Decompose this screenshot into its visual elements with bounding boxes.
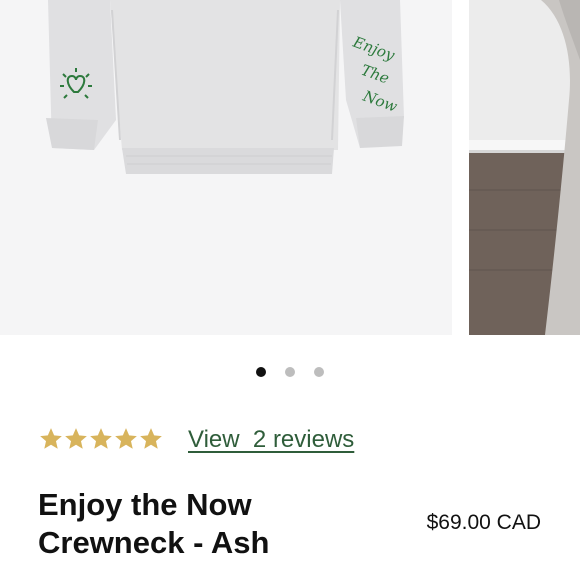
- star-icon: [115, 428, 137, 449]
- product-title: Enjoy the Now Crewneck - Ash: [38, 486, 368, 562]
- carousel-dot-3[interactable]: [314, 367, 324, 377]
- star-icon: [140, 428, 162, 449]
- product-gallery[interactable]: Enjoy The Now: [0, 0, 580, 335]
- star-icon: [65, 428, 87, 449]
- product-title-line-1: Enjoy the Now: [38, 487, 252, 522]
- sweatshirt-image: Enjoy The Now: [46, 0, 404, 174]
- view-reviews-link[interactable]: View 2 reviews: [188, 424, 354, 456]
- star-icon: [90, 428, 112, 449]
- product-title-line-2: Crewneck - Ash: [38, 525, 270, 560]
- product-image-main[interactable]: Enjoy The Now: [0, 0, 452, 335]
- model-photo-image: [469, 0, 580, 335]
- rating-row: View 2 reviews: [38, 424, 558, 458]
- product-price: $69.00 CAD: [426, 511, 541, 534]
- product-image-next[interactable]: [469, 0, 580, 335]
- carousel-dots: [0, 367, 580, 379]
- star-icon: [40, 428, 62, 449]
- carousel-dot-1[interactable]: [256, 367, 266, 377]
- carousel-dot-2[interactable]: [285, 367, 295, 377]
